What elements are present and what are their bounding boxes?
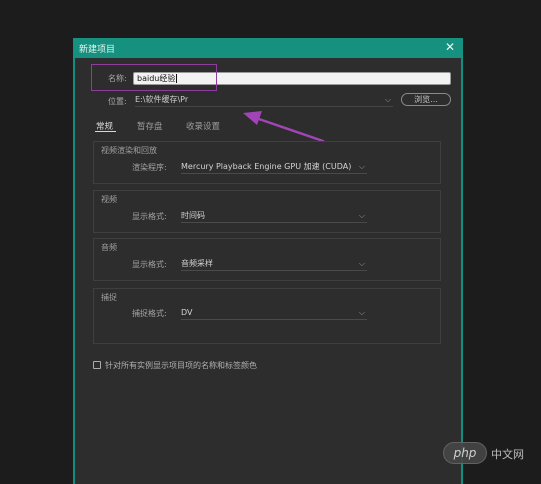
screen: 新建项目 ✕ 名称: baidu经验 位置: E:\软件缓存\Pr ⌵ 浏览..… (0, 0, 541, 484)
tab-active-underline (95, 131, 116, 132)
renderer-label: 渲染程序: (132, 163, 167, 172)
location-value: E:\软件缓存\Pr (135, 95, 189, 104)
watermark: php 中文网 (443, 442, 533, 466)
chevron-down-icon: ⌵ (358, 308, 365, 317)
video-group-title: 视频 (101, 195, 117, 204)
show-labels-checkbox[interactable] (93, 361, 101, 369)
close-icon[interactable]: ✕ (445, 40, 455, 54)
watermark-text: 中文网 (491, 448, 524, 461)
dialog-title: 新建项目 (79, 45, 116, 55)
audio-display-format-label: 显示格式: (132, 260, 167, 269)
watermark-badge: php (443, 442, 487, 464)
video-display-format-label: 显示格式: (132, 212, 167, 221)
renderer-select[interactable]: Mercury Playback Engine GPU 加速 (CUDA) ⌵ (181, 161, 367, 174)
renderer-value: Mercury Playback Engine GPU 加速 (CUDA) (181, 162, 352, 171)
render-group-title: 视频渲染和回放 (101, 146, 157, 155)
video-display-format-select[interactable]: 时间码 ⌵ (181, 210, 367, 223)
chevron-down-icon: ⌵ (358, 211, 365, 220)
video-display-format-value: 时间码 (181, 211, 205, 220)
audio-display-format-value: 音频采样 (181, 259, 213, 268)
capture-format-label: 捕捉格式: (132, 309, 167, 318)
annotation-highlight-box (91, 64, 217, 91)
chevron-down-icon: ⌵ (358, 162, 365, 171)
chevron-down-icon: ⌵ (384, 95, 391, 104)
chevron-down-icon: ⌵ (358, 259, 365, 268)
tab-scratch-disks[interactable]: 暂存盘 (137, 120, 163, 132)
show-labels-checkbox-label: 针对所有实例显示项目项的名称和标签颜色 (105, 361, 257, 370)
audio-group-title: 音频 (101, 243, 117, 252)
tab-ingest-settings[interactable]: 收录设置 (186, 120, 220, 132)
location-label: 位置: (108, 97, 127, 106)
dialog-titlebar: 新建项目 ✕ (73, 38, 463, 58)
capture-group-title: 捕捉 (101, 293, 117, 302)
capture-format-value: DV (181, 308, 193, 317)
capture-format-select[interactable]: DV ⌵ (181, 307, 367, 320)
location-select[interactable]: E:\软件缓存\Pr ⌵ (135, 94, 393, 107)
audio-display-format-select[interactable]: 音频采样 ⌵ (181, 258, 367, 271)
browse-button[interactable]: 浏览... (401, 93, 451, 106)
